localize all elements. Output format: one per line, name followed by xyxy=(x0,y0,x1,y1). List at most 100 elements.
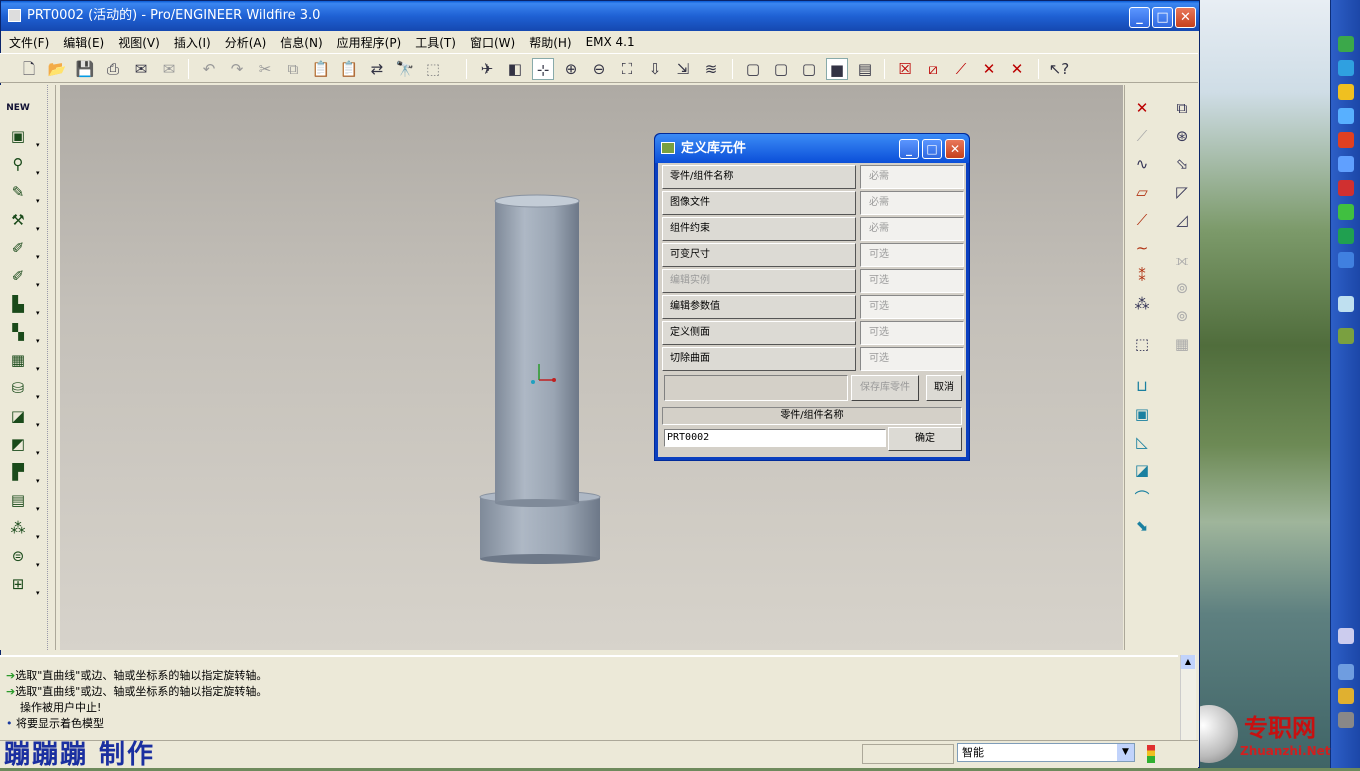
mirror-icon[interactable]: ▛ ▾ xyxy=(6,461,39,485)
datum-planes-icon[interactable]: ☒ xyxy=(894,58,916,80)
copy-icon[interactable]: ⧉ xyxy=(282,58,304,80)
dialog-minimize-button[interactable]: _ xyxy=(899,139,919,159)
menu-emx[interactable]: EMX 4.1 xyxy=(586,35,635,49)
element-button[interactable]: 可变尺寸 xyxy=(662,243,856,267)
minimize-button[interactable]: _ xyxy=(1129,7,1150,28)
axis-tool-icon[interactable]: ⟋ xyxy=(1131,209,1153,231)
round-icon[interactable]: ▦ ▾ xyxy=(6,349,40,373)
menu-view[interactable]: 视图(V) xyxy=(118,34,160,51)
menu-window[interactable]: 窗口(W) xyxy=(470,34,515,51)
undo-icon[interactable]: ↶ xyxy=(198,58,220,80)
layers-icon[interactable]: ≋ xyxy=(700,58,722,80)
folder-icon[interactable] xyxy=(1338,688,1354,704)
rib-icon[interactable]: ▙ ▾ xyxy=(6,293,39,317)
repaint-icon[interactable]: ✈ xyxy=(476,58,498,80)
ie-icon[interactable] xyxy=(1338,108,1354,124)
title-bar[interactable]: PRT0002 (活动的) - Pro/ENGINEER Wildfire 3.… xyxy=(1,1,1199,31)
menu-edit[interactable]: 编辑(E) xyxy=(63,34,104,51)
maximize-button[interactable]: □ xyxy=(1152,7,1173,28)
curve-tool-icon[interactable]: ∿ xyxy=(1131,153,1153,175)
new-file-icon[interactable]: 🗋 xyxy=(18,58,40,80)
warning-icon[interactable] xyxy=(1338,84,1354,100)
email-link-icon[interactable]: ✉ xyxy=(158,58,180,80)
paste-special-icon[interactable]: 📋 xyxy=(338,58,360,80)
shading-icon[interactable]: ■ xyxy=(826,58,848,80)
no-hidden-icon[interactable]: ▢ xyxy=(798,58,820,80)
unbend-icon[interactable]: ◪ xyxy=(1131,459,1153,481)
datum-points-icon[interactable]: ⟋ xyxy=(950,58,972,80)
menu-help[interactable]: 帮助(H) xyxy=(529,34,571,51)
thicken-icon[interactable]: ⊞ ▾ xyxy=(6,573,40,597)
regenerate-icon[interactable]: ⇄ xyxy=(366,58,388,80)
element-button[interactable]: 图像文件 xyxy=(662,191,856,215)
update-icon[interactable] xyxy=(1338,156,1354,172)
saved-views-icon[interactable]: ⇲ xyxy=(672,58,694,80)
annotation-icon[interactable]: ⬚ xyxy=(1131,333,1153,355)
ok-button[interactable]: 确定 xyxy=(888,427,962,451)
context-help-icon[interactable]: ↖? xyxy=(1048,58,1070,80)
warp-icon[interactable]: ⊚ xyxy=(1171,277,1193,299)
message-scrollbar[interactable]: ▲ xyxy=(1180,655,1196,740)
antivirus-icon[interactable] xyxy=(1338,132,1354,148)
email-icon[interactable]: ✉ xyxy=(130,58,152,80)
security-icon[interactable] xyxy=(1338,228,1354,244)
selection-box-icon[interactable]: ⬚ xyxy=(422,58,444,80)
wall-icon[interactable]: ▣ xyxy=(1131,403,1153,425)
scroll-up-icon[interactable]: ▲ xyxy=(1181,655,1195,669)
media-icon[interactable] xyxy=(1338,180,1354,196)
datum-axis-tool-icon[interactable]: ⟋ xyxy=(1131,125,1153,147)
new-library-icon[interactable]: NEW xyxy=(6,97,30,119)
wireframe-icon[interactable]: ▢ xyxy=(742,58,764,80)
datum-axes-icon[interactable]: ⧄ xyxy=(922,58,944,80)
open-file-icon[interactable]: 📂 xyxy=(46,58,68,80)
point-tool-icon[interactable]: ⁑ xyxy=(1131,265,1153,287)
hidden-line-icon[interactable]: ▢ xyxy=(770,58,792,80)
mirror-tool-icon[interactable]: ⊛ xyxy=(1171,125,1193,147)
style-icon[interactable]: ⟗ xyxy=(1171,249,1193,271)
element-button[interactable]: 零件/组件名称 xyxy=(662,165,856,189)
datum-plane-tool-icon[interactable]: ⧉ xyxy=(1171,97,1193,119)
dialog-title-bar[interactable]: 定义库元件 _ □ ✕ xyxy=(655,134,969,163)
chat-icon[interactable] xyxy=(1338,204,1354,220)
paste-icon[interactable]: 📋 xyxy=(310,58,332,80)
save-icon[interactable]: 💾 xyxy=(74,58,96,80)
orient-icon[interactable]: ◧ xyxy=(504,58,526,80)
sketch-curve-icon[interactable]: ∼ xyxy=(1131,237,1153,259)
cut-icon[interactable]: ✂ xyxy=(254,58,276,80)
close-button[interactable]: ✕ xyxy=(1175,7,1196,28)
menu-info[interactable]: 信息(N) xyxy=(280,34,322,51)
revolve-icon[interactable]: ⚲ ▾ xyxy=(6,153,40,177)
network-icon[interactable] xyxy=(1338,60,1354,76)
element-button[interactable]: 组件约束 xyxy=(662,217,856,241)
csys-tool-icon[interactable]: ⁂ xyxy=(1131,293,1153,315)
redo-icon[interactable]: ↷ xyxy=(226,58,248,80)
spin-center-icon[interactable]: ⊹ xyxy=(532,58,554,80)
coord-sys-icon[interactable]: ✕ xyxy=(978,58,1000,80)
task-dialog-icon[interactable] xyxy=(1338,328,1354,344)
bend-back-icon[interactable]: ⌒ xyxy=(1131,487,1153,509)
element-button[interactable]: 定义侧面 xyxy=(662,321,856,345)
extend-tool-icon[interactable]: ⬂ xyxy=(1171,153,1193,175)
element-button[interactable]: 编辑参数值 xyxy=(662,295,856,319)
find-icon[interactable]: 🔭 xyxy=(394,58,416,80)
variable-section-icon[interactable]: ◿ xyxy=(1171,209,1193,231)
sound-icon[interactable] xyxy=(1338,712,1354,728)
zoom-out-icon[interactable]: ⊖ xyxy=(588,58,610,80)
spin-display-icon[interactable]: ✕ xyxy=(1006,58,1028,80)
extrude-icon[interactable]: ▣ ▾ xyxy=(6,125,40,149)
shell-icon[interactable]: ✐ ▾ xyxy=(6,265,40,289)
zoom-in-icon[interactable]: ⊕ xyxy=(560,58,582,80)
flange-icon[interactable]: ⊔ xyxy=(1131,375,1153,397)
hole-icon[interactable]: ✐ ▾ xyxy=(6,237,40,261)
menu-tools[interactable]: 工具(T) xyxy=(415,34,456,51)
refit-icon[interactable]: ⛶ xyxy=(616,58,638,80)
bend-icon[interactable]: ◺ xyxy=(1131,431,1153,453)
trim-icon[interactable]: ⁂ ▾ xyxy=(6,517,40,541)
reorient-icon[interactable]: ⇩ xyxy=(644,58,666,80)
database-icon[interactable]: ⛁ ▾ xyxy=(6,377,40,401)
dialog-close-button[interactable]: ✕ xyxy=(945,139,965,159)
menu-file[interactable]: 文件(F) xyxy=(9,34,49,51)
left-toolbar-splitter[interactable] xyxy=(47,85,53,650)
element-button[interactable]: 切除曲面 xyxy=(662,347,856,371)
shield-icon[interactable] xyxy=(1338,36,1354,52)
